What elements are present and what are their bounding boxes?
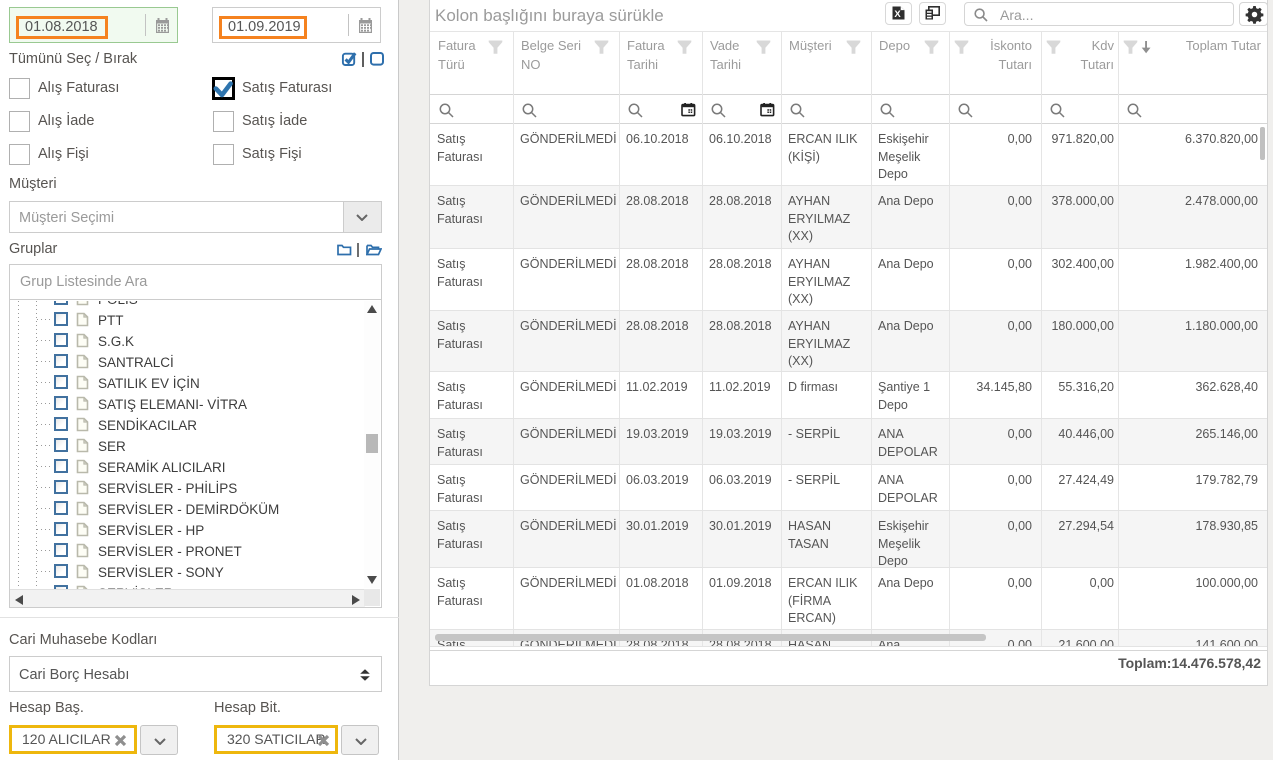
svg-text:X: X	[894, 9, 901, 20]
